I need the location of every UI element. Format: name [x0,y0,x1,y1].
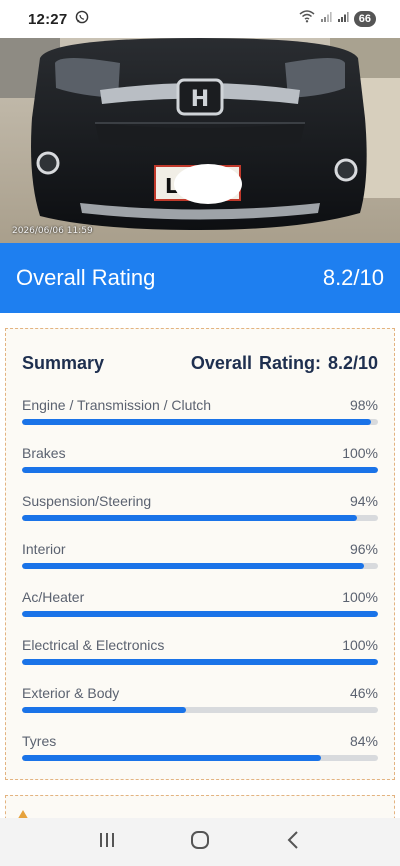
navigation-bar [0,818,400,866]
rating-label: Electrical & Electronics [22,637,165,653]
rating-bar-fill [22,707,186,713]
rating-label: Suspension/Steering [22,493,152,509]
rating-percent: 84% [349,733,378,749]
rating-percent: 100% [342,445,378,461]
rating-bar-fill [22,515,357,521]
wifi-icon [299,10,315,28]
rating-bar-fill [22,755,322,761]
rating-label: Tyres [22,733,57,749]
rating-percent: 94% [349,493,378,509]
overall-rating-banner: Overall Rating 8.2/10 [0,243,400,313]
rating-percent: 100% [342,589,378,605]
battery-icon: 66 [353,11,376,27]
back-icon [286,830,300,855]
home-button[interactable] [176,822,224,862]
rating-row-ac-heater: Ac/Heater 100% [22,589,378,629]
rating-label: Engine / Transmission / Clutch [22,397,212,413]
rating-label: Ac/Heater [22,589,85,605]
rating-label: Interior [22,541,66,557]
rating-row-interior: Interior 96% [22,541,378,581]
rating-bar-track [22,467,378,473]
rating-bar-fill [22,611,378,617]
rating-percent: 96% [349,541,378,557]
status-bar: 12:27 66 [0,0,400,38]
rating-label: Brakes [22,445,66,461]
signal-icon [320,10,332,28]
recent-apps-button[interactable] [83,822,131,862]
rating-bar-track [22,611,378,617]
summary-overall-value: 8.2/10 [327,353,378,373]
overall-rating-label: Overall Rating [16,265,156,290]
rating-percent: 100% [342,637,378,653]
rating-label: Exterior & Body [22,685,120,701]
home-icon [190,830,210,855]
summary-title: Summary [22,353,105,373]
rating-row-tyres: Tyres 84% [22,733,378,773]
rating-percent: 46% [349,685,378,701]
rating-row-electrical: Electrical & Electronics 100% [22,637,378,677]
rating-row-engine: Engine / Transmission / Clutch 98% [22,397,378,437]
summary-header: Summary Overall Rating: 8.2/10 [22,353,378,374]
summary-card: Summary Overall Rating: 8.2/10 Engine / … [5,328,395,780]
svg-text:H: H [191,87,209,112]
rating-bar-track [22,707,378,713]
whatsapp-icon [75,10,89,29]
photo-timestamp: 2026/06/06 11:59 [12,226,93,236]
rating-row-suspension: Suspension/Steering 94% [22,493,378,533]
rating-bar-fill [22,659,378,665]
recent-apps-icon [97,831,117,854]
rating-percent: 98% [349,397,378,413]
car-photo: H L 2026/06/06 11:59 [0,38,400,243]
rating-bar-fill [22,563,364,569]
rating-bar-track [22,515,378,521]
rating-bar-track [22,659,378,665]
rating-bar-fill [22,419,371,425]
overall-rating-value: 8.2/10 [322,265,384,290]
summary-overall-rating: Overall Rating: 8.2/10 [191,353,378,374]
summary-overall-label: Overall Rating: [190,353,321,373]
back-button[interactable] [269,822,317,862]
rating-bar-track [22,755,378,761]
rating-bar-track [22,563,378,569]
rating-row-exterior: Exterior & Body 46% [22,685,378,725]
signal-icon [337,10,349,28]
rating-bar-fill [22,467,378,473]
rating-bar-track [22,419,378,425]
status-time: 12:27 [28,10,68,28]
rating-row-brakes: Brakes 100% [22,445,378,485]
